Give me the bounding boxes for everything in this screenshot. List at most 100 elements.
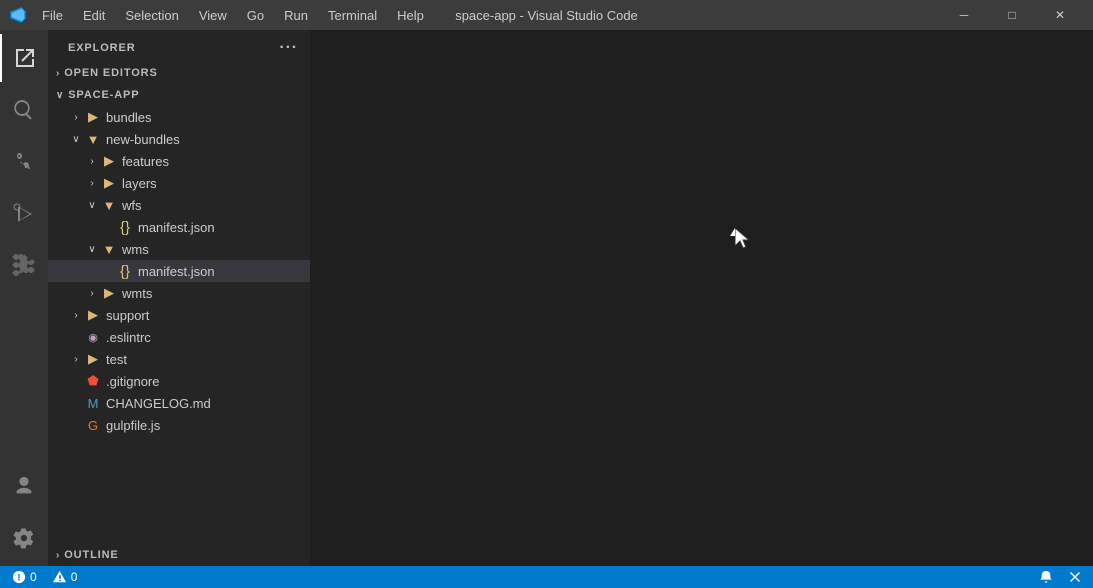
wfs-chevron: ∨	[84, 200, 100, 211]
open-editors-label: OPEN EDITORS	[64, 67, 157, 79]
error-icon	[12, 570, 26, 584]
changelog-label: CHANGELOG.md	[106, 396, 302, 411]
sidebar-header: EXPLORER ···	[48, 30, 310, 62]
activity-extensions[interactable]	[0, 242, 48, 290]
test-chevron: ›	[68, 354, 84, 365]
new-bundles-folder-icon: ▼	[84, 132, 102, 147]
menu-selection[interactable]: Selection	[117, 6, 186, 25]
wfs-folder-icon: ▼	[100, 198, 118, 213]
wfs-manifest-icon: {}	[116, 219, 134, 236]
features-folder-icon: ▶	[100, 153, 118, 169]
menu-view[interactable]: View	[191, 6, 235, 25]
search-icon	[12, 98, 36, 122]
wfs-manifest-label: manifest.json	[138, 220, 302, 235]
menu-go[interactable]: Go	[239, 6, 272, 25]
space-app-label: SPACE-APP	[68, 89, 139, 101]
tree-item-gulpfile[interactable]: G gulpfile.js	[48, 414, 310, 436]
outline-chevron: ›	[56, 550, 60, 561]
layers-chevron: ›	[84, 178, 100, 189]
warning-count: 0	[71, 570, 78, 584]
gulpfile-label: gulpfile.js	[106, 418, 302, 433]
vscode-logo-icon	[10, 7, 26, 23]
support-label: support	[106, 308, 302, 323]
menu-run[interactable]: Run	[276, 6, 316, 25]
changelog-icon: M	[84, 396, 102, 411]
space-app-chevron: ∨	[56, 90, 64, 101]
status-no-problems[interactable]	[1065, 566, 1085, 588]
outline-section[interactable]: › OUTLINE	[48, 544, 310, 566]
error-count: 0	[30, 570, 37, 584]
tree-item-wfs[interactable]: ∨ ▼ wfs	[48, 194, 310, 216]
status-notifications[interactable]	[1035, 566, 1057, 588]
activity-bar-bottom	[0, 462, 48, 562]
minimize-button[interactable]: ─	[941, 0, 987, 30]
run-debug-icon	[12, 202, 36, 226]
status-bar-right	[1035, 566, 1085, 588]
status-warnings[interactable]: 0	[49, 566, 82, 588]
source-control-icon	[12, 150, 36, 174]
sidebar-more-button[interactable]: ···	[279, 40, 298, 56]
bell-icon	[1039, 570, 1053, 584]
tree-item-wmts[interactable]: › ▶ wmts	[48, 282, 310, 304]
status-bar-left: 0 0	[8, 566, 81, 588]
maximize-button[interactable]: □	[989, 0, 1035, 30]
activity-search[interactable]	[0, 86, 48, 134]
vscode-watermark	[552, 148, 852, 448]
menu-file[interactable]: File	[34, 6, 71, 25]
menu-terminal[interactable]: Terminal	[320, 6, 385, 25]
support-chevron: ›	[68, 310, 84, 321]
gulpfile-icon: G	[84, 418, 102, 433]
wmts-folder-icon: ▶	[100, 285, 118, 301]
status-errors[interactable]: 0	[8, 566, 41, 588]
tree-item-gitignore[interactable]: ⬟ .gitignore	[48, 370, 310, 392]
wmts-label: wmts	[122, 286, 302, 301]
features-label: features	[122, 154, 302, 169]
activity-explorer[interactable]	[0, 34, 48, 82]
title-bar-left: File Edit Selection View Go Run Terminal…	[10, 6, 432, 25]
explorer-icon	[13, 46, 37, 70]
main-area: EXPLORER ··· › OPEN EDITORS ∨ SPACE-APP …	[0, 30, 1093, 566]
test-folder-icon: ▶	[84, 351, 102, 367]
tree-item-wms-manifest[interactable]: {} manifest.json	[48, 260, 310, 282]
open-editors-section[interactable]: › OPEN EDITORS	[48, 62, 310, 84]
tree-item-layers[interactable]: › ▶ layers	[48, 172, 310, 194]
tree-item-new-bundles[interactable]: ∨ ▼ new-bundles	[48, 128, 310, 150]
accounts-icon	[13, 475, 35, 497]
activity-run-debug[interactable]	[0, 190, 48, 238]
sidebar-tree[interactable]: › OPEN EDITORS ∨ SPACE-APP › ▶ bundles ∨…	[48, 62, 310, 544]
tree-item-bundles[interactable]: › ▶ bundles	[48, 106, 310, 128]
eslintrc-label: .eslintrc	[106, 330, 302, 345]
layers-label: layers	[122, 176, 302, 191]
gitignore-label: .gitignore	[106, 374, 302, 389]
gitignore-icon: ⬟	[84, 373, 102, 389]
open-editors-chevron: ›	[56, 68, 60, 79]
space-app-section[interactable]: ∨ SPACE-APP	[48, 84, 310, 106]
tree-item-wfs-manifest[interactable]: {} manifest.json	[48, 216, 310, 238]
no-problems-icon	[1069, 571, 1081, 583]
activity-source-control[interactable]	[0, 138, 48, 186]
tree-item-features[interactable]: › ▶ features	[48, 150, 310, 172]
title-bar: File Edit Selection View Go Run Terminal…	[0, 0, 1093, 30]
tree-item-support[interactable]: › ▶ support	[48, 304, 310, 326]
window-controls: ─ □ ✕	[941, 0, 1083, 30]
wfs-label: wfs	[122, 198, 302, 213]
wms-label: wms	[122, 242, 302, 257]
bundles-chevron: ›	[68, 112, 84, 123]
new-bundles-chevron: ∨	[68, 134, 84, 145]
activity-accounts[interactable]	[0, 462, 48, 510]
activity-settings[interactable]	[0, 514, 48, 562]
window-title: space-app - Visual Studio Code	[455, 8, 638, 23]
menu-help[interactable]: Help	[389, 6, 432, 25]
extensions-icon	[12, 254, 36, 278]
tree-item-eslintrc[interactable]: ◉ .eslintrc	[48, 326, 310, 348]
sidebar: EXPLORER ··· › OPEN EDITORS ∨ SPACE-APP …	[48, 30, 310, 566]
tree-item-changelog[interactable]: M CHANGELOG.md	[48, 392, 310, 414]
menu-edit[interactable]: Edit	[75, 6, 113, 25]
settings-icon	[13, 527, 35, 549]
bundles-label: bundles	[106, 110, 302, 125]
tree-item-wms[interactable]: ∨ ▼ wms	[48, 238, 310, 260]
tree-item-test[interactable]: › ▶ test	[48, 348, 310, 370]
wms-manifest-label: manifest.json	[138, 264, 302, 279]
close-button[interactable]: ✕	[1037, 0, 1083, 30]
editor-area	[310, 30, 1093, 566]
